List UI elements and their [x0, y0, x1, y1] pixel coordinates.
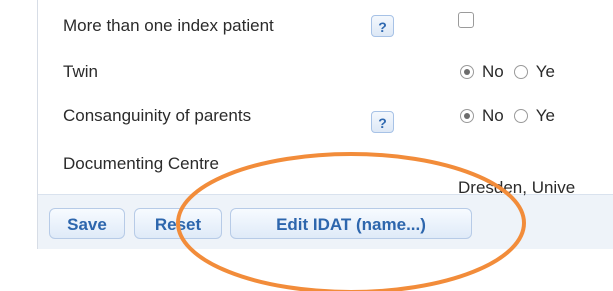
- twin-yes-label: Ye: [535, 62, 555, 81]
- edit-idat-button[interactable]: Edit IDAT (name...): [230, 208, 472, 239]
- help-icon[interactable]: ?: [371, 15, 394, 37]
- label-consanguinity-of-parents: Consanguinity of parents: [63, 106, 252, 125]
- twin-radio-group: No Ye: [460, 60, 555, 84]
- more-than-one-index-patient-checkbox[interactable]: [458, 12, 474, 28]
- twin-no-option[interactable]: No: [460, 62, 504, 82]
- consanguinity-radio-group: No Ye: [460, 104, 555, 128]
- label-more-than-one-index-patient: More than one index patient: [63, 16, 274, 35]
- label-twin: Twin: [63, 62, 98, 81]
- consanguinity-no-option[interactable]: No: [460, 106, 504, 126]
- documenting-centre-value: Dresden, Unive: [458, 178, 576, 197]
- consanguinity-yes-radio[interactable]: [513, 109, 528, 123]
- twin-yes-radio[interactable]: [513, 65, 528, 79]
- twin-no-label: No: [482, 62, 504, 81]
- save-button[interactable]: Save: [49, 208, 125, 239]
- help-icon[interactable]: ?: [371, 111, 394, 133]
- label-documenting-centre: Documenting Centre: [63, 154, 219, 173]
- consanguinity-yes-label: Ye: [535, 106, 555, 125]
- consanguinity-yes-option[interactable]: Ye: [513, 106, 555, 126]
- twin-yes-option[interactable]: Ye: [513, 62, 555, 82]
- consanguinity-no-radio[interactable]: [460, 109, 474, 123]
- consanguinity-no-label: No: [482, 106, 504, 125]
- twin-no-radio[interactable]: [460, 65, 474, 79]
- form-screen: More than one index patient ? Twin No Ye…: [0, 0, 613, 291]
- reset-button[interactable]: Reset: [134, 208, 222, 239]
